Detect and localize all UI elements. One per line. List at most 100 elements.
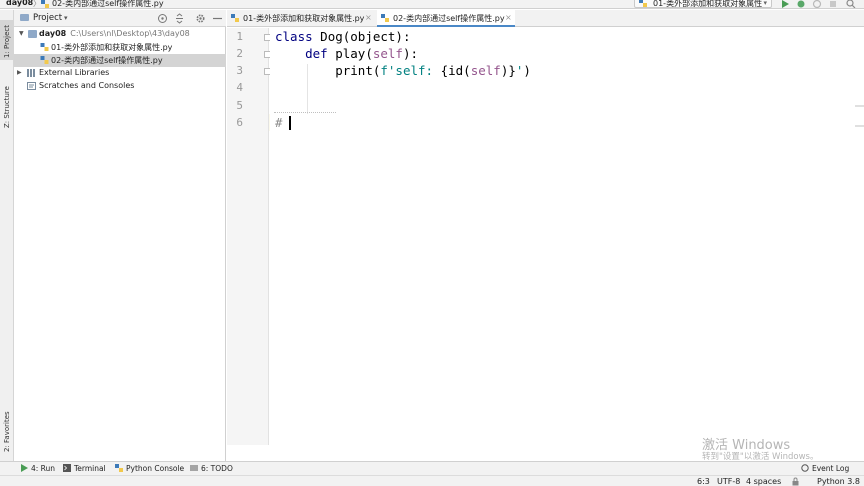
run-icon[interactable] [780,0,790,9]
tab-file-02[interactable]: 02-类内部通过self操作属性.py × [377,10,515,27]
chevron-down-icon[interactable]: ▾ [64,14,68,22]
project-tool-tab-label: 1: Project [3,25,11,58]
project-tool-tab[interactable]: 1: Project [0,20,14,60]
line-number: 1 [236,30,243,43]
close-icon[interactable]: × [505,13,512,22]
chevron-right-icon[interactable]: ▶ [17,69,22,76]
run-tool-button[interactable]: 4: Run [20,464,55,473]
python-console-tool-button[interactable]: Python Console [115,464,184,473]
editor-tab-bar: 01-类外部添加和获取对象属性.py × 02-类内部通过self操作属性.py… [227,10,864,27]
editor-gutter: 1 2 3 4 5 6 [227,28,271,445]
terminal-tool-label: Terminal [74,464,106,473]
project-panel: Project ▾ ▼ day08 C:\Users\nl\Desktop\43\… [14,10,226,461]
tree-item-label: External Libraries [39,68,110,77]
chevron-down-icon[interactable]: ▼ [19,30,24,37]
tree-item-root-text: day08 C:\Users\nl\Desktop\43\day08 [39,29,190,38]
close-icon[interactable]: × [365,13,372,22]
project-panel-header: Project ▾ [14,10,226,27]
self-param: self [470,63,501,78]
tree-item-external-libraries[interactable]: ▶ External Libraries [14,67,226,80]
navigation-bar: day08 〉 02-类内部通过self操作属性.py 01-类外部添加和获取对… [0,0,864,9]
line-number: 5 [236,99,243,112]
folder-icon [20,14,29,21]
todo-tool-label: 6: TODO [201,464,233,473]
python-console-icon [115,464,123,472]
breadcrumb-project[interactable]: day08 [6,0,33,7]
method-separator [274,112,336,114]
line-number: 4 [236,81,243,94]
code-text: print( [335,63,381,78]
line-number: 2 [236,47,243,60]
breadcrumb-file[interactable]: 02-类内部通过self操作属性.py [52,0,164,8]
file-encoding[interactable]: UTF-8 [717,477,740,486]
string-literal: f'self: [380,63,441,78]
run-configuration-label: 01-类外部添加和获取对象属性 [653,0,763,8]
locate-file-icon[interactable] [157,13,168,24]
python-file-icon [639,0,647,7]
tree-item-scratches[interactable]: Scratches and Consoles [14,80,226,93]
scroll-marker[interactable] [855,105,864,107]
code-text: id( [448,63,471,78]
event-log-tool-label: Event Log [812,464,850,473]
python-file-icon [41,0,49,8]
tree-item-file-02[interactable]: 02-类内部通过self操作属性.py [14,54,226,67]
python-file-icon [40,56,49,64]
event-log-tool-button[interactable]: Event Log [801,464,849,473]
terminal-tool-button[interactable]: Terminal [63,464,106,473]
structure-tool-tab-label: Z: Structure [3,86,11,128]
tree-item-path: C:\Users\nl\Desktop\43\day08 [70,29,190,38]
code-text: { [440,63,449,78]
comment: # [275,115,283,130]
breadcrumb-separator: 〉 [33,0,41,8]
tree-item-file-01[interactable]: 01-类外部添加和获取对象属性.py [14,41,226,54]
scratches-icon [27,82,36,90]
tree-item-label: Scratches and Consoles [39,81,135,90]
python-file-icon [381,14,389,22]
event-log-icon [801,464,809,472]
code-editor[interactable]: class Dog(object): def play(self): print… [270,28,864,445]
python-console-tool-label: Python Console [126,464,185,473]
structure-tool-tab[interactable]: Z: Structure [0,78,14,130]
code-text: ): [402,46,419,61]
indent-setting[interactable]: 4 spaces [746,477,781,486]
terminal-icon [63,464,71,472]
keyword: class [275,29,313,44]
keyword: def [305,46,328,61]
project-view-selector[interactable]: Project [33,13,62,23]
tree-item-label: 01-类外部添加和获取对象属性.py [51,43,173,52]
tab-file-01[interactable]: 01-类外部添加和获取对象属性.py × [227,10,375,27]
todo-icon [190,465,198,471]
python-interpreter[interactable]: Python 3.8 [817,477,860,486]
libraries-icon [27,69,35,77]
caret-position[interactable]: 6:3 [697,477,710,486]
scroll-marker[interactable] [855,125,864,127]
tab-label: 02-类内部通过self操作属性.py [393,14,505,23]
bottom-tool-bar: 4: Run Terminal Python Console 6: TODO E… [0,461,864,475]
code-text: Dog(object): [312,29,411,44]
tree-item-project-root[interactable]: ▼ day08 C:\Users\nl\Desktop\43\day08 [14,28,226,41]
chevron-down-icon: ▾ [763,0,767,7]
status-bar: 6:3 UTF-8 4 spaces Python 3.8 [0,475,864,486]
run-configuration-selector[interactable]: 01-类外部添加和获取对象属性 ▾ [634,0,772,8]
gear-icon[interactable] [195,13,206,24]
code-line-2: def play(self): [275,46,418,61]
lock-icon[interactable] [791,477,800,486]
run-tool-label: 4: Run [31,464,56,473]
coverage-icon[interactable] [812,0,822,9]
tree-item-label: 02-类内部通过self操作属性.py [51,56,163,65]
code-line-3: print(f'self: {id(self)}') [275,63,531,78]
code-text: } [508,63,516,78]
favorites-tool-tab[interactable]: 2: Favorites [0,410,14,462]
debug-icon[interactable] [796,0,806,9]
hide-panel-icon[interactable] [212,13,223,24]
stop-icon[interactable] [828,0,838,9]
text-caret [289,116,291,130]
collapse-all-icon[interactable] [174,13,185,24]
self-param: self [372,46,403,61]
search-everywhere-icon[interactable] [846,0,856,9]
code-line-1: class Dog(object): [275,29,410,44]
todo-tool-button[interactable]: 6: TODO [190,464,233,473]
python-file-icon [40,43,49,51]
line-number: 6 [236,116,243,129]
